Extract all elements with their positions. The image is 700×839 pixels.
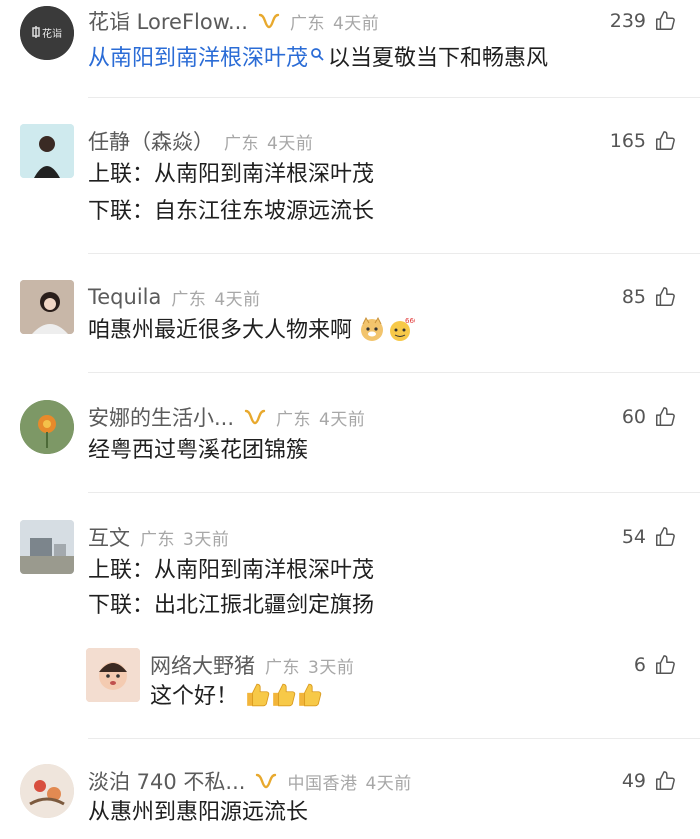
comment-text: 从惠州到惠阳源远流长 <box>88 800 309 825</box>
location: 广东 <box>265 657 300 678</box>
divider <box>88 492 700 493</box>
username[interactable]: 互文 <box>88 522 130 552</box>
avatar[interactable] <box>20 280 74 334</box>
like-button[interactable]: 54 <box>622 522 676 552</box>
thumbs-up-icon <box>654 770 676 792</box>
thumbs-up-icon <box>654 406 676 428</box>
username[interactable]: 淡泊 740 不私... <box>88 766 245 796</box>
like-count: 239 <box>609 10 646 32</box>
location: 广东 <box>289 13 325 34</box>
divider <box>88 372 700 373</box>
comment-text-line: 上联：从南阳到南洋根深叶茂 <box>88 162 375 187</box>
topic-link[interactable]: 从南阳到南洋根深叶茂 <box>88 46 308 71</box>
like-count: 49 <box>621 770 646 792</box>
divider <box>88 253 700 254</box>
thumbs-up-icon <box>654 10 676 32</box>
like-count: 165 <box>609 130 646 152</box>
divider <box>88 97 700 98</box>
location: 广东 <box>140 529 175 550</box>
thumbs-up-icon <box>654 526 676 548</box>
like-button[interactable]: 49 <box>622 766 676 796</box>
timestamp: 3天前 <box>183 529 230 550</box>
timestamp: 4天前 <box>267 133 314 154</box>
username[interactable]: 安娜的生活小... <box>88 402 234 432</box>
like-button[interactable]: 85 <box>622 282 676 312</box>
username[interactable]: 网络大野猪 <box>150 650 255 680</box>
verified-badge-icon <box>255 773 277 789</box>
avatar[interactable] <box>20 764 74 818</box>
like-button[interactable]: 60 <box>622 402 676 432</box>
666-emoji-icon: 666 <box>387 316 419 342</box>
timestamp: 4天前 <box>319 409 366 430</box>
thumbs-up-icon <box>654 130 676 152</box>
comment-text: 经粤西过粤溪花团锦簇 <box>88 438 309 463</box>
avatar[interactable] <box>20 124 74 178</box>
location: 广东 <box>276 409 312 430</box>
verified-badge-icon <box>258 13 280 29</box>
location: 广东 <box>224 133 259 154</box>
comment-text: 咱惠州最近很多大人物来啊 666 <box>88 314 419 348</box>
like-count: 85 <box>621 286 646 308</box>
like-count: 6 <box>633 654 646 676</box>
thumbs-up-emoji-icon <box>245 682 271 708</box>
svg-text:666: 666 <box>405 317 415 325</box>
username[interactable]: Tequila <box>88 285 161 309</box>
search-icon <box>310 38 324 61</box>
verified-badge-icon <box>244 409 266 425</box>
avatar[interactable] <box>20 520 74 574</box>
like-button[interactable]: 6 <box>634 650 676 680</box>
timestamp: 4天前 <box>214 289 261 310</box>
like-count: 54 <box>621 526 646 548</box>
thumbs-up-emoji-icon <box>271 682 297 708</box>
like-count: 60 <box>621 406 646 428</box>
reply-item: 网络大野猪 广东 3天前 6 这个好！ <box>0 644 700 714</box>
comment-text-line: 上联：从南阳到南洋根深叶茂 <box>88 558 375 583</box>
comment-text-line: 下联：自东江往东坡源远流长 <box>88 199 375 224</box>
username[interactable]: 任静（森焱） <box>88 126 214 156</box>
thumbs-up-icon <box>654 654 676 676</box>
thumbs-up-icon <box>654 286 676 308</box>
comment-text-line: 下联：出北江振北疆剑定旗扬 <box>88 593 375 618</box>
divider <box>88 738 700 739</box>
like-button[interactable]: 239 <box>610 6 676 36</box>
like-button[interactable]: 165 <box>610 126 676 156</box>
avatar[interactable]: 花诣 <box>20 6 74 60</box>
timestamp: 4天前 <box>332 13 380 34</box>
thumbs-up-emoji-icon <box>297 682 323 708</box>
doge-emoji-icon <box>359 316 385 342</box>
location: 中国香港 <box>287 773 358 794</box>
timestamp: 4天前 <box>365 773 412 794</box>
comment-text: 这个好！ <box>150 680 323 714</box>
timestamp: 3天前 <box>308 657 355 678</box>
avatar[interactable] <box>20 400 74 454</box>
comment-text: 从南阳到南洋根深叶茂 以当夏敬当下和畅惠风 <box>88 38 548 76</box>
avatar[interactable] <box>86 648 140 702</box>
location: 广东 <box>171 289 207 310</box>
avatar-logo-text: 花诣 <box>42 27 62 40</box>
username[interactable]: 花诣 LoreFlow... <box>88 6 248 36</box>
